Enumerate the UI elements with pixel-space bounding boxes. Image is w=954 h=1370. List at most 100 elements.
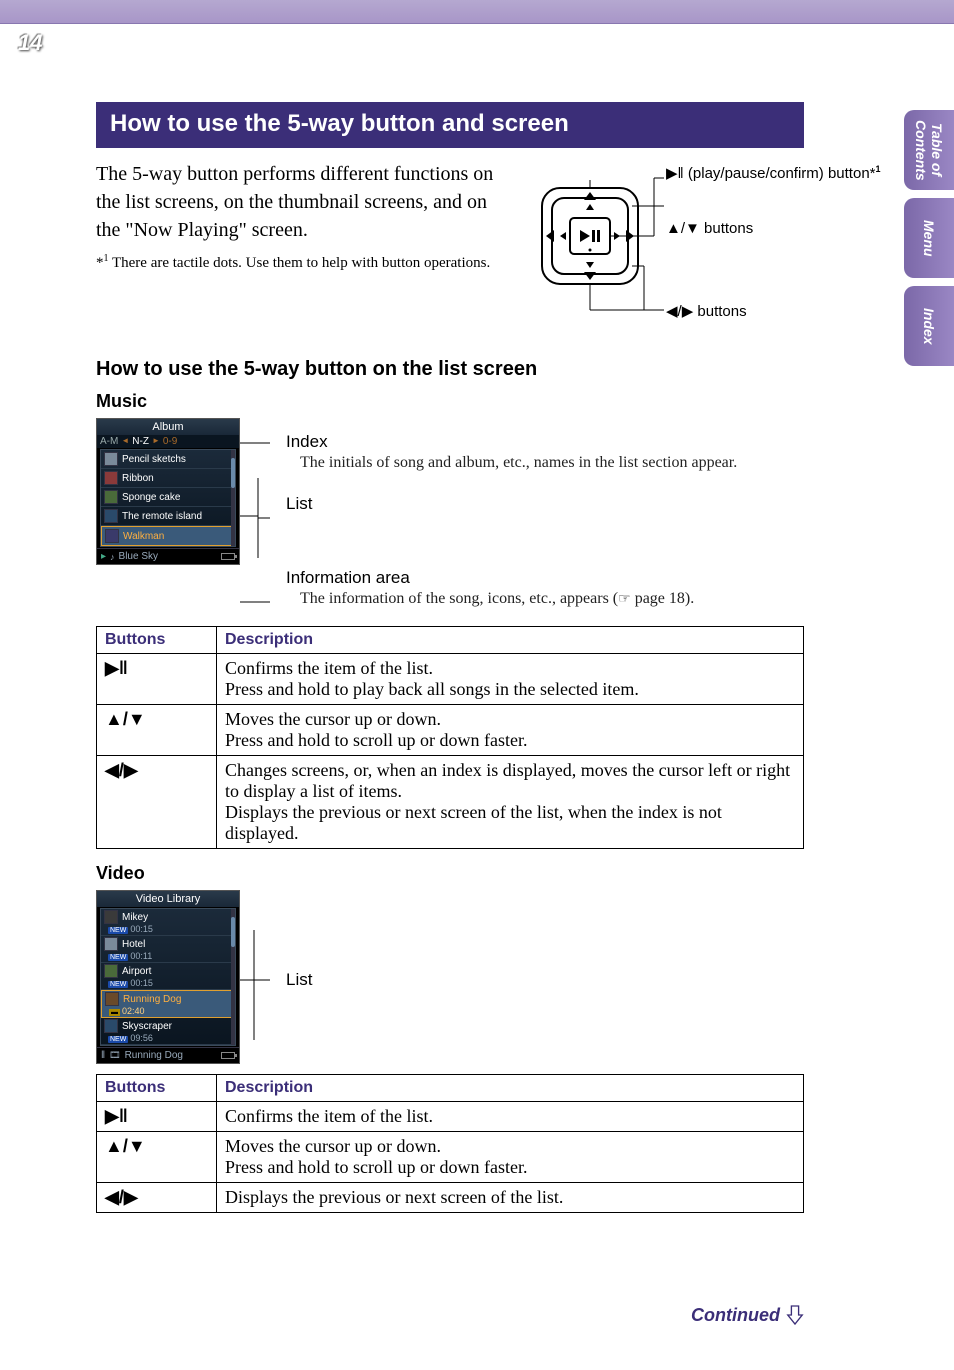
- callout-list-label: List: [286, 494, 804, 514]
- album-thumb-icon: [104, 471, 118, 485]
- play-pause-icon: ▶ǁ: [97, 1102, 217, 1132]
- table-row: ▲/▼ Moves the cursor up or down. Press a…: [97, 1132, 804, 1183]
- cell-desc: Changes screens, or, when an index is di…: [217, 756, 804, 849]
- callout-index-label: Index: [286, 432, 804, 452]
- list-item-selected: Running Dog ▬02:40: [101, 990, 235, 1018]
- video-time: 00:15: [130, 924, 153, 934]
- info-desc-page: page 18).: [631, 590, 695, 607]
- tab-index[interactable]: Index: [904, 286, 954, 366]
- side-tabs: Table of Contents Menu Index: [904, 110, 954, 366]
- play-pause-icon: ▶ǁ: [666, 165, 684, 182]
- list-item: Sponge cake: [101, 488, 235, 507]
- tab-09: 0-9: [163, 436, 177, 447]
- list-item-label: Hotel: [122, 939, 145, 950]
- music-sc-tabs: A-M ◄ N-Z ► 0-9: [97, 435, 239, 448]
- footnote: *1 There are tactile dots. Use them to h…: [96, 252, 514, 274]
- music-buttons-table: Buttons Description ▶ǁ Confirms the item…: [96, 626, 804, 849]
- video-heading: Video: [96, 863, 804, 884]
- video-sc-title: Video Library: [97, 891, 239, 907]
- video-time: 02:40: [122, 1006, 145, 1016]
- page-number: 14: [18, 30, 42, 56]
- page-top-bar: [0, 0, 954, 24]
- left-right-icon: ◀/▶: [97, 1183, 217, 1213]
- list-item-label: Ribbon: [122, 473, 154, 484]
- play-pause-sup: 1: [876, 164, 881, 174]
- music-note-icon: ♪: [110, 552, 115, 562]
- list-item: Airport NEW00:15: [101, 963, 235, 990]
- five-way-diagram: ▶ǁ (play/pause/confirm) button*1 ▲/▼ but…: [524, 160, 804, 334]
- cell-desc: Moves the cursor up or down. Press and h…: [217, 1132, 804, 1183]
- tab-menu[interactable]: Menu: [904, 198, 954, 278]
- play-indicator-icon: ▸: [101, 551, 106, 562]
- table-row: ◀/▶ Changes screens, or, when an index i…: [97, 756, 804, 849]
- music-heading: Music: [96, 391, 804, 412]
- callout-index-desc: The initials of song and album, etc., na…: [300, 454, 804, 472]
- tab-nz: N-Z: [132, 436, 149, 447]
- callout-index: Index The initials of song and album, et…: [286, 432, 804, 472]
- leftright-text: buttons: [693, 303, 746, 320]
- tab-am: A-M: [100, 436, 118, 447]
- video-thumb-icon: [104, 1019, 118, 1033]
- music-screenshot: Album A-M ◄ N-Z ► 0-9 Pencil sketchs Rib…: [96, 418, 240, 565]
- footnote-marker: *1: [96, 255, 109, 271]
- music-sc-title: Album: [97, 419, 239, 435]
- table-row: ◀/▶ Displays the previous or next screen…: [97, 1183, 804, 1213]
- left-right-icon: ◀/▶: [97, 756, 217, 849]
- video-time: 00:15: [130, 978, 153, 988]
- list-item: Mikey NEW00:15: [101, 909, 235, 936]
- diagram-svg: [524, 160, 804, 330]
- diagram-label-leftright: ◀/▶ buttons: [666, 302, 747, 320]
- callout-info-label: Information area: [286, 568, 804, 588]
- video-sc-footer: ǁ 🎞 Running Dog: [97, 1047, 239, 1063]
- up-down-icon: ▲/▼: [666, 220, 700, 237]
- cell-desc: Confirms the item of the list.: [217, 1102, 804, 1132]
- now-playing-text: Blue Sky: [119, 551, 158, 562]
- list-item: The remote island: [101, 507, 235, 526]
- video-sc-list: Mikey NEW00:15 Hotel NEW 00:11 Airport NE…: [100, 908, 236, 1046]
- col-description: Description: [217, 627, 804, 654]
- intro-paragraph: The 5-way button performs different func…: [96, 160, 514, 244]
- cell-desc: Confirms the item of the list. Press and…: [217, 654, 804, 705]
- list-item: Pencil sketchs: [101, 450, 235, 469]
- table-row: ▲/▼ Moves the cursor up or down. Press a…: [97, 705, 804, 756]
- callout-list-label: List: [286, 970, 804, 990]
- up-down-icon: ▲/▼: [97, 705, 217, 756]
- updown-text: buttons: [700, 220, 753, 237]
- page-content: How to use the 5-way button and screen T…: [0, 24, 954, 1247]
- info-desc-prefix: The information of the song, icons, etc.…: [300, 590, 618, 607]
- col-buttons: Buttons: [97, 1075, 217, 1102]
- list-item-label: Sponge cake: [122, 492, 180, 503]
- section-header: How to use the 5-way button and screen: [96, 102, 804, 148]
- list-item-label: Walkman: [123, 531, 164, 542]
- video-time: 00:11: [130, 951, 152, 961]
- diagram-label-play-pause: ▶ǁ (play/pause/confirm) button*1: [666, 164, 881, 182]
- scrollbar: [231, 450, 235, 546]
- callout-info: Information area The information of the …: [286, 568, 804, 608]
- footnote-text: There are tactile dots. Use them to help…: [112, 255, 490, 271]
- tab-table-of-contents[interactable]: Table of Contents: [904, 110, 954, 190]
- scrollbar: [231, 909, 235, 1045]
- video-thumb-icon: [104, 910, 118, 924]
- play-pause-text: (play/pause/confirm) button*: [684, 165, 876, 182]
- list-item-label: Airport: [122, 966, 151, 977]
- intro-text-block: The 5-way button performs different func…: [96, 160, 514, 334]
- now-playing-text: Running Dog: [125, 1050, 183, 1061]
- list-item-label: Skyscraper: [122, 1021, 172, 1032]
- table-row: ▶ǁ Confirms the item of the list.: [97, 1102, 804, 1132]
- list-item-label: Pencil sketchs: [122, 454, 186, 465]
- play-pause-icon: ▶ǁ: [97, 654, 217, 705]
- cell-desc: Moves the cursor up or down. Press and h…: [217, 705, 804, 756]
- list-item-label: Running Dog: [123, 994, 181, 1005]
- list-item: Ribbon: [101, 469, 235, 488]
- album-thumb-icon: [104, 452, 118, 466]
- callout-info-desc: The information of the song, icons, etc.…: [300, 590, 804, 608]
- callout-list: List: [286, 970, 804, 990]
- cell-desc: Displays the previous or next screen of …: [217, 1183, 804, 1213]
- list-item-selected: Walkman: [101, 526, 235, 546]
- pause-indicator-icon: ǁ: [101, 1050, 105, 1061]
- footnote-sup: 1: [104, 253, 109, 264]
- new-badge: NEW: [108, 981, 128, 988]
- video-thumb-icon: [105, 992, 119, 1006]
- progress-badge: ▬: [109, 1009, 120, 1016]
- album-thumb-icon: [104, 509, 118, 523]
